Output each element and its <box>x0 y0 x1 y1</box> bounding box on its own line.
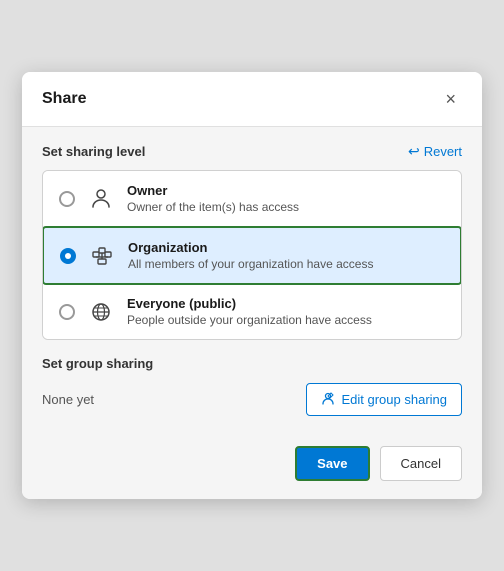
option-everyone[interactable]: Everyone (public) People outside your or… <box>43 284 461 339</box>
edit-group-icon <box>321 391 335 408</box>
owner-desc: Owner of the item(s) has access <box>127 200 445 214</box>
dialog-title: Share <box>42 90 86 108</box>
everyone-desc: People outside your organization have ac… <box>127 313 445 327</box>
option-owner[interactable]: Owner Owner of the item(s) has access <box>43 171 461 227</box>
dialog-footer: Save Cancel <box>22 432 482 499</box>
sharing-options-list: Owner Owner of the item(s) has access <box>42 170 462 340</box>
everyone-label: Everyone (public) <box>127 296 445 311</box>
revert-icon: ↩ <box>408 143 420 160</box>
option-organization[interactable]: Organization All members of your organiz… <box>42 226 462 285</box>
globe-icon <box>87 298 115 326</box>
sharing-level-title: Set sharing level <box>42 144 145 159</box>
org-icon <box>88 242 116 270</box>
cancel-button[interactable]: Cancel <box>380 446 462 481</box>
radio-organization <box>60 248 76 264</box>
none-yet-label: None yet <box>42 392 94 407</box>
sharing-level-header: Set sharing level ↩ Revert <box>42 143 462 160</box>
organization-label: Organization <box>128 240 444 255</box>
group-sharing-title: Set group sharing <box>42 356 462 371</box>
revert-button[interactable]: ↩ Revert <box>408 143 462 160</box>
close-button[interactable]: × <box>439 88 462 110</box>
radio-everyone <box>59 304 75 320</box>
radio-owner <box>59 191 75 207</box>
owner-label: Owner <box>127 183 445 198</box>
organization-desc: All members of your organization have ac… <box>128 257 444 271</box>
save-button[interactable]: Save <box>295 446 369 481</box>
share-dialog: Share × Set sharing level ↩ Revert <box>22 72 482 499</box>
person-icon <box>87 185 115 213</box>
group-sharing-row: None yet Edit group sharing <box>42 383 462 416</box>
edit-group-button[interactable]: Edit group sharing <box>306 383 462 416</box>
dialog-header: Share × <box>22 72 482 127</box>
group-sharing-section: Set group sharing None yet Edit group sh… <box>42 356 462 416</box>
dialog-body: Set sharing level ↩ Revert Owner Owner o… <box>22 127 482 432</box>
